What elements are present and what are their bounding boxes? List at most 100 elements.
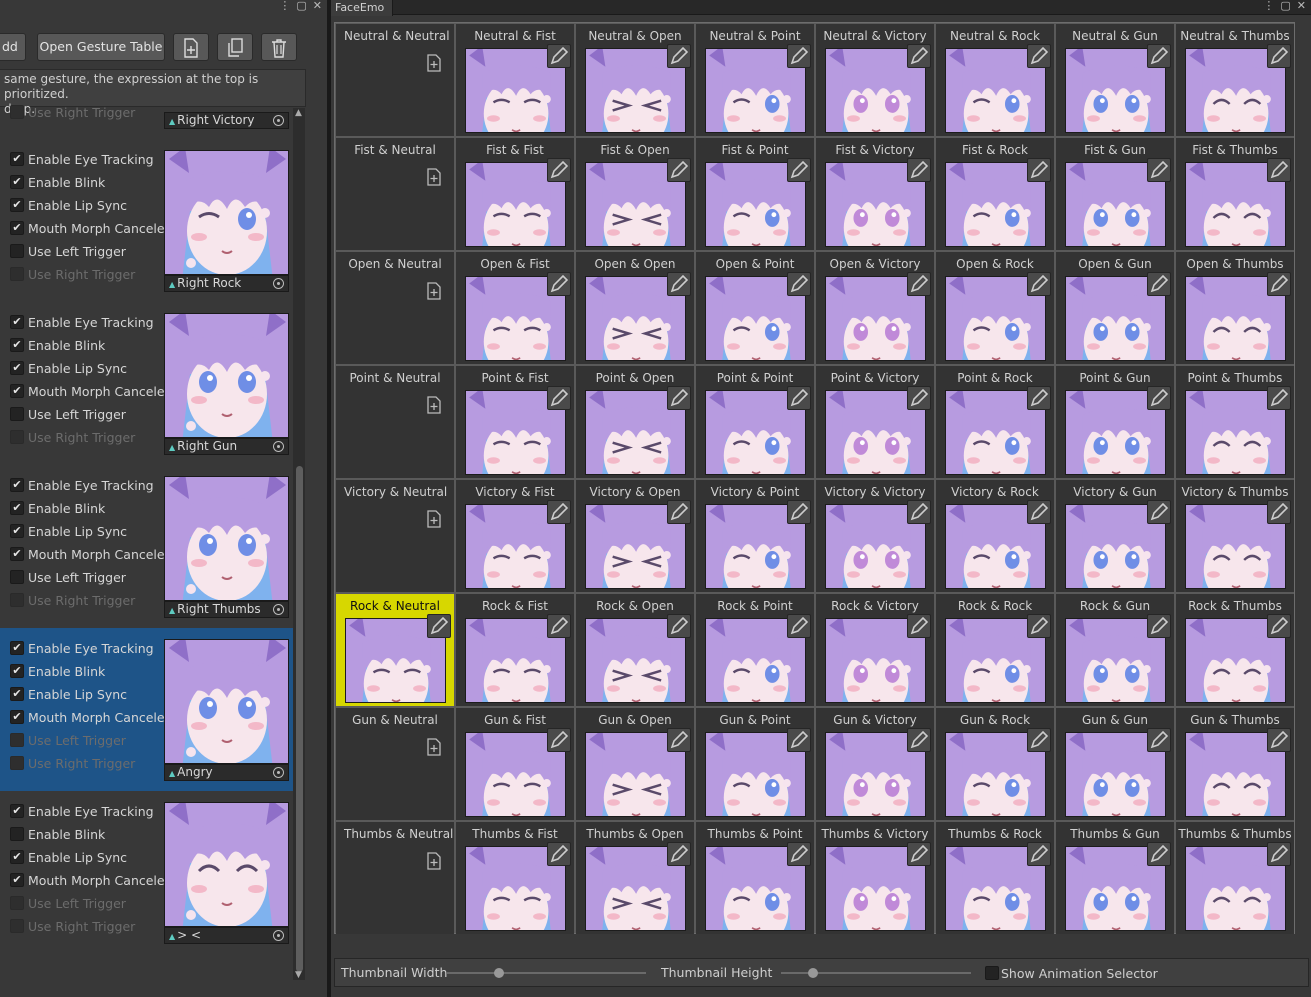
maximize-icon[interactable]: ▢ [1280,0,1290,14]
checkbox[interactable]: ✔ [10,547,24,561]
cell-rock-rock[interactable]: Rock & Rock [936,594,1054,706]
cell-thumbs-victory[interactable]: Thumbs & Victory [816,822,934,934]
edit-pencil-icon[interactable] [547,500,571,524]
expression-entry[interactable]: ✔ Enable Eye Tracking ✔ Enable Blink ✔ Enable… [0,465,293,628]
edit-pencil-icon[interactable] [787,272,811,296]
cell-gun-point[interactable]: Gun & Point [696,708,814,820]
add-expression-icon[interactable] [426,396,442,414]
edit-pencil-icon[interactable] [1147,272,1171,296]
expression-option[interactable]: ✔ Enable Lip Sync [10,522,127,540]
cell-rock-neutral[interactable]: Rock & Neutral [336,594,454,706]
object-picker-icon[interactable] [273,441,284,452]
cell-neutral-victory[interactable]: Neutral & Victory [816,24,934,136]
edit-pencil-icon[interactable] [667,728,691,752]
checkbox[interactable]: ✔ [10,338,24,352]
cell-victory-victory[interactable]: Victory & Victory [816,480,934,592]
checkbox[interactable]: ✔ [10,641,24,655]
cell-open-fist[interactable]: Open & Fist [456,252,574,364]
cell-point-fist[interactable]: Point & Fist [456,366,574,478]
edit-pencil-icon[interactable] [547,44,571,68]
cell-neutral-neutral[interactable]: Neutral & Neutral [336,24,454,136]
delete-button[interactable] [261,33,297,61]
expression-option[interactable]: Use Left Trigger [10,568,126,586]
expression-option[interactable]: ✔ Enable Lip Sync [10,359,127,377]
cell-point-gun[interactable]: Point & Gun [1056,366,1174,478]
scrollbar-thumb[interactable] [296,466,303,972]
cell-rock-fist[interactable]: Rock & Fist [456,594,574,706]
cell-victory-neutral[interactable]: Victory & Neutral [336,480,454,592]
expression-option[interactable]: Enable Blink [10,825,105,843]
expression-option[interactable]: ✔ Enable Eye Tracking [10,150,154,168]
edit-pencil-icon[interactable] [1027,44,1051,68]
close-icon[interactable]: ✕ [1297,0,1306,14]
edit-pencil-icon[interactable] [907,728,931,752]
checkbox[interactable] [10,896,24,910]
expression-name-field[interactable]: ▲ > < [164,927,289,944]
tab-faceemo[interactable]: FaceEmo [331,0,394,16]
cell-victory-fist[interactable]: Victory & Fist [456,480,574,592]
edit-pencil-icon[interactable] [547,728,571,752]
expression-option[interactable]: ✔ Mouth Morph Canceler [10,545,170,563]
cell-point-open[interactable]: Point & Open [576,366,694,478]
edit-pencil-icon[interactable] [1147,500,1171,524]
checkbox[interactable] [10,756,24,770]
maximize-icon[interactable]: ▢ [296,0,306,14]
expression-option[interactable]: Use Right Trigger [10,265,135,283]
close-icon[interactable]: ✕ [313,0,322,14]
edit-pencil-icon[interactable] [667,500,691,524]
edit-pencil-icon[interactable] [1027,386,1051,410]
edit-pencil-icon[interactable] [1027,842,1051,866]
edit-pencil-icon[interactable] [907,44,931,68]
add-expression-icon[interactable] [426,168,442,186]
edit-pencil-icon[interactable] [787,614,811,638]
cell-open-point[interactable]: Open & Point [696,252,814,364]
edit-pencil-icon[interactable] [907,500,931,524]
checkbox[interactable]: ✔ [10,152,24,166]
thumbnail-height-knob[interactable] [808,968,819,978]
expression-option[interactable]: ✔ Enable Blink [10,662,105,680]
checkbox[interactable] [10,244,24,258]
expression-option[interactable]: ✔ Enable Blink [10,173,105,191]
cell-open-thumbs[interactable]: Open & Thumbs [1176,252,1294,364]
checkbox[interactable]: ✔ [10,710,24,724]
cell-fist-point[interactable]: Fist & Point [696,138,814,250]
edit-pencil-icon[interactable] [1147,386,1171,410]
edit-pencil-icon[interactable] [427,614,451,638]
edit-pencil-icon[interactable] [547,272,571,296]
checkbox[interactable]: ✔ [10,315,24,329]
edit-pencil-icon[interactable] [1267,728,1291,752]
cell-rock-open[interactable]: Rock & Open [576,594,694,706]
expression-option[interactable]: Use Left Trigger [10,405,126,423]
edit-pencil-icon[interactable] [907,272,931,296]
edit-pencil-icon[interactable] [667,272,691,296]
checkbox[interactable] [10,593,24,607]
cell-point-neutral[interactable]: Point & Neutral [336,366,454,478]
cell-open-gun[interactable]: Open & Gun [1056,252,1174,364]
edit-pencil-icon[interactable] [1267,44,1291,68]
cell-rock-gun[interactable]: Rock & Gun [1056,594,1174,706]
new-expression-button[interactable] [173,33,209,61]
cell-open-open[interactable]: Open & Open [576,252,694,364]
cell-neutral-gun[interactable]: Neutral & Gun [1056,24,1174,136]
cell-thumbs-fist[interactable]: Thumbs & Fist [456,822,574,934]
cell-neutral-thumbs[interactable]: Neutral & Thumbs [1176,24,1294,136]
more-options-icon[interactable]: ⋮ [279,0,290,14]
cell-fist-gun[interactable]: Fist & Gun [1056,138,1174,250]
expression-entry[interactable]: ✔ Enable Eye Tracking ✔ Enable Blink ✔ Enable… [0,628,293,791]
edit-pencil-icon[interactable] [1027,272,1051,296]
cell-thumbs-thumbs[interactable]: Thumbs & Thumbs [1176,822,1294,934]
checkbox[interactable]: ✔ [10,384,24,398]
cell-thumbs-gun[interactable]: Thumbs & Gun [1056,822,1174,934]
checkbox[interactable]: ✔ [10,221,24,235]
checkbox[interactable] [10,570,24,584]
checkbox[interactable]: ✔ [10,361,24,375]
cell-point-thumbs[interactable]: Point & Thumbs [1176,366,1294,478]
cell-fist-victory[interactable]: Fist & Victory [816,138,934,250]
object-picker-icon[interactable] [273,115,284,126]
checkbox[interactable]: ✔ [10,664,24,678]
object-picker-icon[interactable] [273,930,284,941]
cell-gun-victory[interactable]: Gun & Victory [816,708,934,820]
edit-pencil-icon[interactable] [907,158,931,182]
scroll-up-icon[interactable]: ▲ [295,108,302,118]
checkbox[interactable] [10,827,24,841]
